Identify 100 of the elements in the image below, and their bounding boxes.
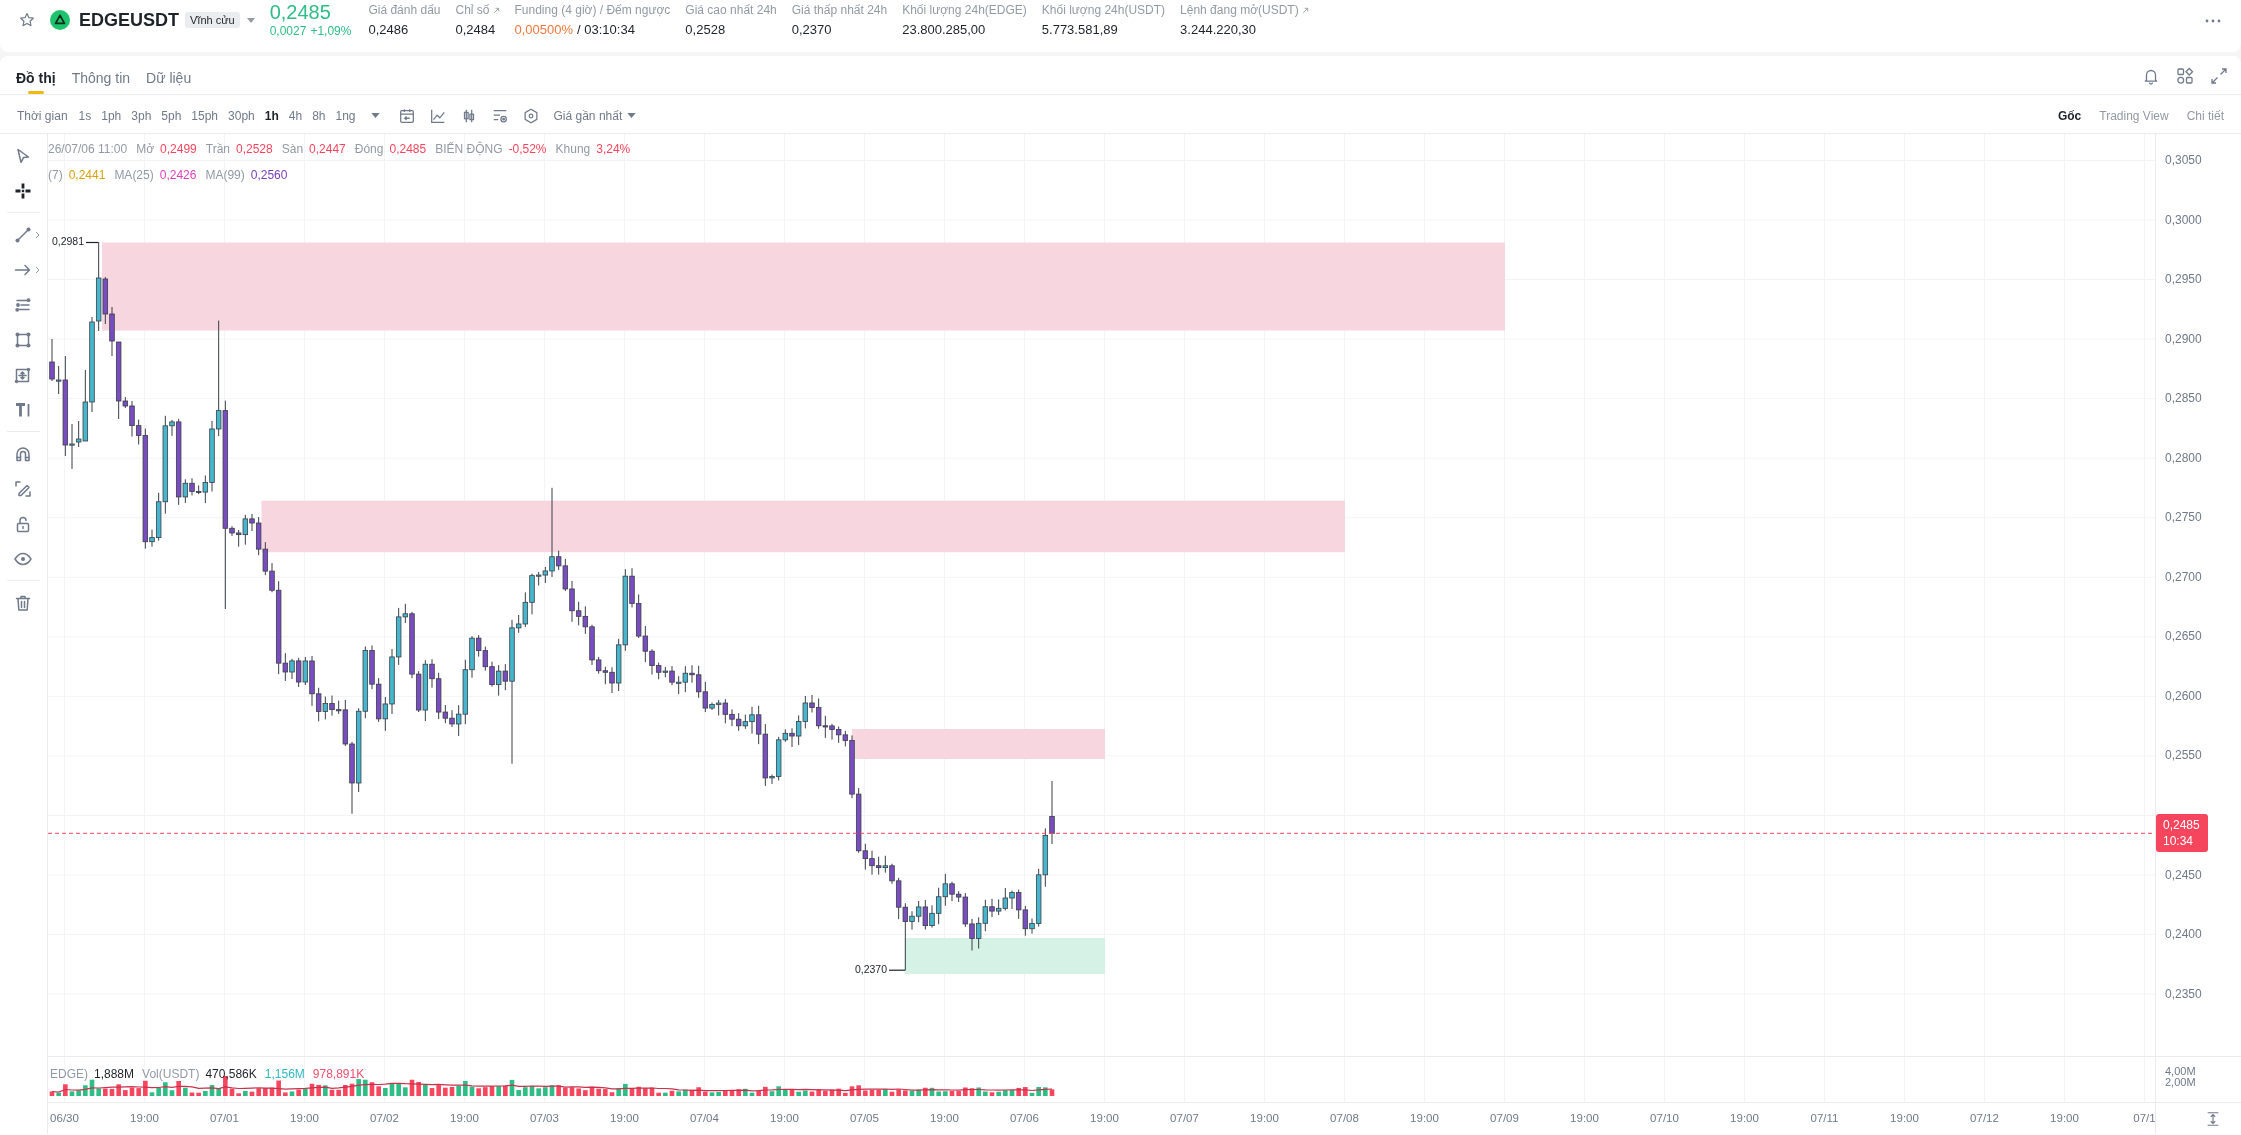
- moving-average-value: 0,2426: [159, 168, 197, 182]
- funding-countdown: / 03:10:34: [577, 22, 635, 38]
- volume-label: EDGE): [50, 1066, 88, 1082]
- time-axis-label: 07/08: [1330, 1112, 1359, 1124]
- time-axis-label: 07/03: [530, 1112, 559, 1124]
- price-tick-label: 0,2350: [2165, 986, 2202, 1001]
- calendar-icon[interactable]: [397, 106, 416, 125]
- funding-rate: 0,00500%: [514, 22, 574, 38]
- chart-tab[interactable]: Dữ liệu: [146, 56, 192, 94]
- stat-label: Funding (4 giờ) / Đếm ngược: [514, 2, 671, 18]
- low-price-label: 0,2370: [854, 963, 887, 975]
- price-tick-label: 0,2400: [2165, 927, 2202, 942]
- favorite-star-icon[interactable]: [19, 12, 35, 28]
- stat-label: Giá đánh dấu: [368, 2, 441, 18]
- time-axis-label: 19:00: [1090, 1112, 1119, 1124]
- time-axis-label: 19:00: [1250, 1112, 1279, 1124]
- time-axis-label: 19:00: [1730, 1112, 1759, 1124]
- ohlc-value: 0,2528: [236, 142, 273, 156]
- price-tick-label: 0,2850: [2165, 391, 2202, 406]
- volume-value: 978,891K: [312, 1066, 365, 1082]
- interval-button[interactable]: 30ph: [228, 107, 255, 124]
- volume-value: 1,156M: [264, 1066, 305, 1082]
- time-axis-label: 06/30: [50, 1112, 79, 1124]
- volume-value: 470,586K: [205, 1066, 257, 1082]
- chart-tab[interactable]: Thông tin: [71, 56, 131, 94]
- moving-average-label: MA(25): [114, 168, 154, 182]
- price-tick-label: 0,2550: [2165, 748, 2202, 763]
- time-axis-label: 07/06: [1010, 1112, 1039, 1124]
- time-axis-label: 19:00: [290, 1112, 319, 1124]
- price-tick-label: 0,2650: [2165, 629, 2202, 644]
- bell-icon[interactable]: [2142, 67, 2160, 85]
- interval-button[interactable]: 1s: [78, 107, 92, 124]
- ohlc-label: Mở: [136, 142, 155, 156]
- chart-tab[interactable]: Đồ thị: [16, 56, 56, 94]
- time-axis-label: 19:00: [450, 1112, 479, 1124]
- time-axis-label: 07/12: [1970, 1112, 1999, 1124]
- last-price-value: 0,2485: [2163, 817, 2200, 833]
- interval-button[interactable]: 3ph: [131, 107, 152, 124]
- ohlc-label: BIẾN ĐỘNG: [435, 142, 503, 156]
- interval-button[interactable]: 1h: [264, 107, 279, 124]
- pencil-icon[interactable]: [13, 478, 33, 499]
- time-axis-label: 07/07: [1170, 1112, 1199, 1124]
- arrow-up-right-icon[interactable]: [492, 6, 500, 14]
- interval-button[interactable]: 4h: [288, 107, 303, 124]
- price-tick-label: 0,2900: [2165, 331, 2202, 346]
- stat-value: 23.800.285,00: [902, 22, 986, 38]
- time-axis-label: 19:00: [2050, 1112, 2079, 1124]
- time-axis-label: 07/11: [1810, 1112, 1839, 1124]
- stat-label: Khối lượng 24h(EDGE): [902, 2, 1027, 18]
- ohlc-value: 0,2447: [309, 142, 346, 156]
- time-axis-label: 19:00: [1410, 1112, 1439, 1124]
- contract-type-tag: Vĩnh cửu: [185, 12, 240, 28]
- candle-countdown: 10:34: [2163, 833, 2195, 849]
- expand-icon[interactable]: [2210, 67, 2228, 85]
- view-tab[interactable]: Gốc: [2057, 108, 2082, 123]
- stat-value: 0,2486: [368, 22, 409, 38]
- symbol-name[interactable]: EDGEUSDT: [79, 8, 179, 32]
- submenu-caret-icon[interactable]: [35, 265, 40, 274]
- stat-label: Giá cao nhất 24h: [685, 2, 777, 18]
- time-axis-label: 19:00: [930, 1112, 959, 1124]
- stat-label: Chỉ số: [455, 2, 490, 18]
- ohlc-label: Đóng: [354, 142, 384, 156]
- low-price-leader: [888, 969, 906, 971]
- interval-button[interactable]: 5ph: [161, 107, 182, 124]
- submenu-caret-icon[interactable]: [35, 230, 40, 239]
- volume-label: Vol(USDT): [142, 1066, 200, 1082]
- stat-value: 0,2370: [791, 22, 832, 38]
- caret-icon[interactable]: [370, 113, 380, 118]
- caret-icon[interactable]: [246, 18, 255, 23]
- stat-value: 0,2484: [455, 22, 496, 38]
- more-icon[interactable]: [2205, 19, 2221, 23]
- ohlc-label: Sàn: [281, 142, 304, 156]
- price-tick-label: 0,2950: [2165, 272, 2202, 287]
- volume-tick-label: 4,00M: [2165, 1066, 2197, 1077]
- high-price-label: 0,2981: [51, 235, 84, 248]
- time-axis-label: 07/04: [690, 1112, 719, 1124]
- time-axis-label: 07/10: [1650, 1112, 1679, 1124]
- view-tab[interactable]: Trading View: [2099, 108, 2169, 123]
- layout-grid-icon[interactable]: [2176, 67, 2194, 85]
- price-change: 0,0027: [269, 24, 307, 38]
- price-tick-label: 0,3000: [2165, 212, 2202, 227]
- stat-value: 0,2528: [685, 22, 726, 38]
- ohlc-value: 0,2485: [389, 142, 427, 156]
- caret-icon[interactable]: [627, 113, 637, 118]
- interval-button[interactable]: 8h: [312, 107, 326, 124]
- time-axis-label: 19:00: [610, 1112, 639, 1124]
- interval-label: Thời gian: [17, 108, 68, 123]
- interval-button[interactable]: 15ph: [191, 107, 219, 124]
- time-axis-label: 07/1: [2133, 1112, 2156, 1124]
- interval-button[interactable]: 1ph: [101, 107, 122, 124]
- stat-label: Khối lượng 24h(USDT): [1041, 2, 1166, 18]
- arrow-up-right-icon[interactable]: [1301, 6, 1309, 14]
- interval-button[interactable]: 1ng: [335, 107, 356, 124]
- moving-average-label: (7): [48, 168, 63, 182]
- price-source-dropdown[interactable]: Giá gần nhất: [553, 108, 637, 123]
- price-change-percent: +1,09%: [310, 24, 352, 38]
- time-axis-label: 07/01: [210, 1112, 239, 1124]
- price-tick-label: 0,3050: [2165, 153, 2202, 167]
- moving-average-value: 0,2560: [250, 168, 288, 182]
- view-tab[interactable]: Chi tiết: [2186, 108, 2224, 123]
